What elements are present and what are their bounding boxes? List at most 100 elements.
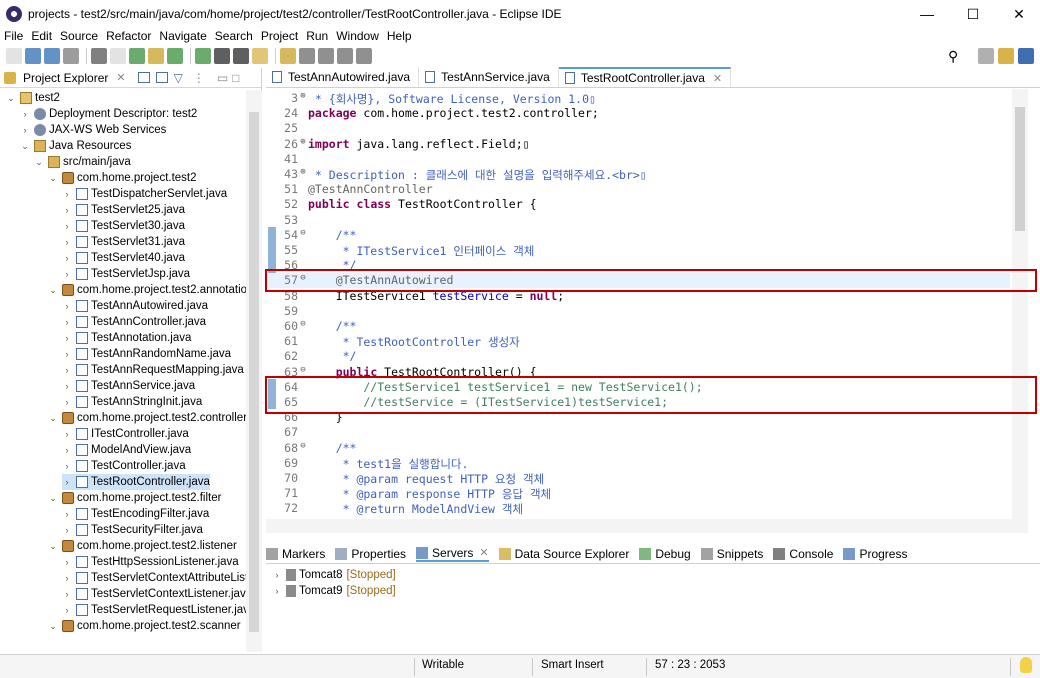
- tree-item[interactable]: ⌄ src/main/java: [34, 154, 131, 170]
- expand-arrow-icon[interactable]: ›: [62, 589, 72, 599]
- tree-item[interactable]: › ITestController.java: [62, 426, 189, 442]
- menu-navigate[interactable]: Navigate: [159, 29, 206, 43]
- fold-toggle-icon[interactable]: ⊕: [298, 167, 308, 182]
- code-line[interactable]: 43 ⊕ * Description : 클래스에 대한 설명을 입력해주세요.<…: [266, 167, 1010, 182]
- code-line[interactable]: 61 * TestRootController 생성자: [266, 334, 1010, 349]
- editor-tab[interactable]: TestAnnAutowired.java: [266, 67, 420, 87]
- fold-toggle-icon[interactable]: [298, 304, 308, 319]
- save-all-icon[interactable]: [44, 48, 60, 64]
- expand-arrow-icon[interactable]: ›: [62, 221, 72, 231]
- tree-item[interactable]: › TestAnnController.java: [62, 314, 206, 330]
- tree-item[interactable]: ⌄ com.home.project.test2.annotation: [48, 282, 246, 298]
- console-icon[interactable]: [91, 48, 107, 64]
- tree-item[interactable]: › TestController.java: [62, 458, 186, 474]
- perspective-icon[interactable]: [978, 48, 994, 64]
- lightbulb-icon[interactable]: [1020, 657, 1032, 673]
- code-line[interactable]: 55 * ITestService1 인터페이스 객체: [266, 243, 1010, 258]
- tree-item[interactable]: › TestServletContextListener.java: [62, 586, 246, 602]
- view-menu-icon[interactable]: ⋮: [193, 71, 205, 85]
- expand-arrow-icon[interactable]: ›: [62, 189, 72, 199]
- code-line[interactable]: 24 package com.home.project.test2.control…: [266, 106, 1010, 121]
- expand-arrow-icon[interactable]: ›: [62, 269, 72, 279]
- collapse-all-icon[interactable]: [137, 72, 150, 83]
- menu-search[interactable]: Search: [215, 29, 253, 43]
- save-icon[interactable]: [25, 48, 41, 64]
- collapse-arrow-icon[interactable]: ⌄: [48, 413, 58, 424]
- tree-item[interactable]: ⌄ Java Resources: [20, 138, 131, 154]
- fold-toggle-icon[interactable]: [298, 471, 308, 486]
- collapse-arrow-icon[interactable]: ⌄: [6, 93, 16, 104]
- link-editor-icon[interactable]: [155, 72, 168, 83]
- tree-item[interactable]: ⌄ com.home.project.test2.scanner: [48, 618, 241, 634]
- run-config-icon[interactable]: [167, 48, 183, 64]
- menu-project[interactable]: Project: [261, 29, 298, 43]
- tree-item[interactable]: › TestEncodingFilter.java: [62, 506, 209, 522]
- prev-annotation-icon[interactable]: [299, 48, 315, 64]
- server-row[interactable]: › Tomcat9 [Stopped]: [272, 583, 396, 599]
- code-editor[interactable]: 3 ⊕ * {회사명}, Software License, Version 1.…: [266, 89, 1040, 519]
- menu-run[interactable]: Run: [306, 29, 328, 43]
- debug-icon[interactable]: [129, 48, 145, 64]
- tree-item[interactable]: › TestAnnStringInit.java: [62, 394, 202, 410]
- scrollbar-thumb[interactable]: [1015, 107, 1025, 231]
- fold-toggle-icon[interactable]: ⊖: [298, 441, 308, 456]
- expand-arrow-icon[interactable]: ›: [20, 109, 30, 119]
- collapse-arrow-icon[interactable]: ⌄: [48, 541, 58, 552]
- expand-arrow-icon[interactable]: ›: [62, 445, 72, 455]
- close-view-icon[interactable]: ✕: [479, 546, 488, 559]
- fold-toggle-icon[interactable]: ⊕: [298, 137, 308, 152]
- fold-toggle-icon[interactable]: ⊖: [298, 319, 308, 334]
- debug-perspective-icon[interactable]: [1018, 48, 1034, 64]
- toggle-icon[interactable]: [110, 48, 126, 64]
- project-explorer-tab[interactable]: Project Explorer: [23, 71, 108, 85]
- forward-icon[interactable]: [356, 48, 372, 64]
- collapse-arrow-icon[interactable]: ⌄: [48, 621, 58, 632]
- expand-arrow-icon[interactable]: ›: [62, 237, 72, 247]
- print-icon[interactable]: [63, 48, 79, 64]
- tree-item[interactable]: › TestServlet31.java: [62, 234, 185, 250]
- editor-vertical-scrollbar[interactable]: [1012, 89, 1028, 519]
- code-line[interactable]: 67: [266, 425, 1010, 440]
- fold-toggle-icon[interactable]: [298, 349, 308, 364]
- minimize-view-icon[interactable]: ▭: [217, 71, 228, 85]
- menu-source[interactable]: Source: [60, 29, 98, 43]
- expand-arrow-icon[interactable]: ›: [62, 429, 72, 439]
- code-line[interactable]: 71 * @param response HTTP 응답 객체: [266, 486, 1010, 501]
- tree-item[interactable]: › TestAnnRequestMapping.java: [62, 362, 244, 378]
- expand-arrow-icon[interactable]: ›: [62, 349, 72, 359]
- code-line[interactable]: 54 ⊖ /**: [266, 228, 1010, 243]
- code-line[interactable]: 41: [266, 152, 1010, 167]
- menu-help[interactable]: Help: [387, 29, 412, 43]
- tree-item[interactable]: › TestDispatcherServlet.java: [62, 186, 227, 202]
- maximize-button[interactable]: ☐: [950, 0, 996, 28]
- tree-item[interactable]: › ModelAndView.java: [62, 442, 191, 458]
- external-tools-icon[interactable]: [195, 48, 211, 64]
- tree-item[interactable]: › TestServletJsp.java: [62, 266, 190, 282]
- fold-toggle-icon[interactable]: [298, 425, 308, 440]
- tree-item[interactable]: › TestHttpSessionListener.java: [62, 554, 239, 570]
- expand-arrow-icon[interactable]: ›: [62, 573, 72, 583]
- server-icon[interactable]: [214, 48, 230, 64]
- tab-console[interactable]: Console: [773, 547, 833, 561]
- collapse-arrow-icon[interactable]: ⌄: [20, 141, 30, 152]
- editor-horizontal-scrollbar[interactable]: [266, 519, 1028, 533]
- code-line[interactable]: 26 ⊕ import java.lang.reflect.Field;▯: [266, 137, 1010, 152]
- server-row[interactable]: › Tomcat8 [Stopped]: [272, 567, 396, 583]
- tree-item[interactable]: › Deployment Descriptor: test2: [20, 106, 197, 122]
- expand-arrow-icon[interactable]: ›: [62, 525, 72, 535]
- code-line[interactable]: 59: [266, 304, 1010, 319]
- code-line[interactable]: 60 ⊖ /**: [266, 319, 1010, 334]
- menu-edit[interactable]: Edit: [31, 29, 52, 43]
- code-line[interactable]: 72 * @return ModelAndView 객체: [266, 501, 1010, 516]
- fold-toggle-icon[interactable]: [298, 197, 308, 212]
- fold-toggle-icon[interactable]: [298, 486, 308, 501]
- fold-toggle-icon[interactable]: [298, 152, 308, 167]
- code-line[interactable]: 62 */: [266, 349, 1010, 364]
- tree-item[interactable]: › TestServletRequestListener.java: [62, 602, 246, 618]
- code-line[interactable]: 52 public class TestRootController {: [266, 197, 1010, 212]
- expand-arrow-icon[interactable]: ›: [272, 586, 282, 596]
- fold-toggle-icon[interactable]: [298, 213, 308, 228]
- tree-item[interactable]: ⌄ test2: [6, 90, 60, 106]
- tree-item[interactable]: ⌄ com.home.project.test2.filter: [48, 490, 221, 506]
- expand-arrow-icon[interactable]: ›: [62, 605, 72, 615]
